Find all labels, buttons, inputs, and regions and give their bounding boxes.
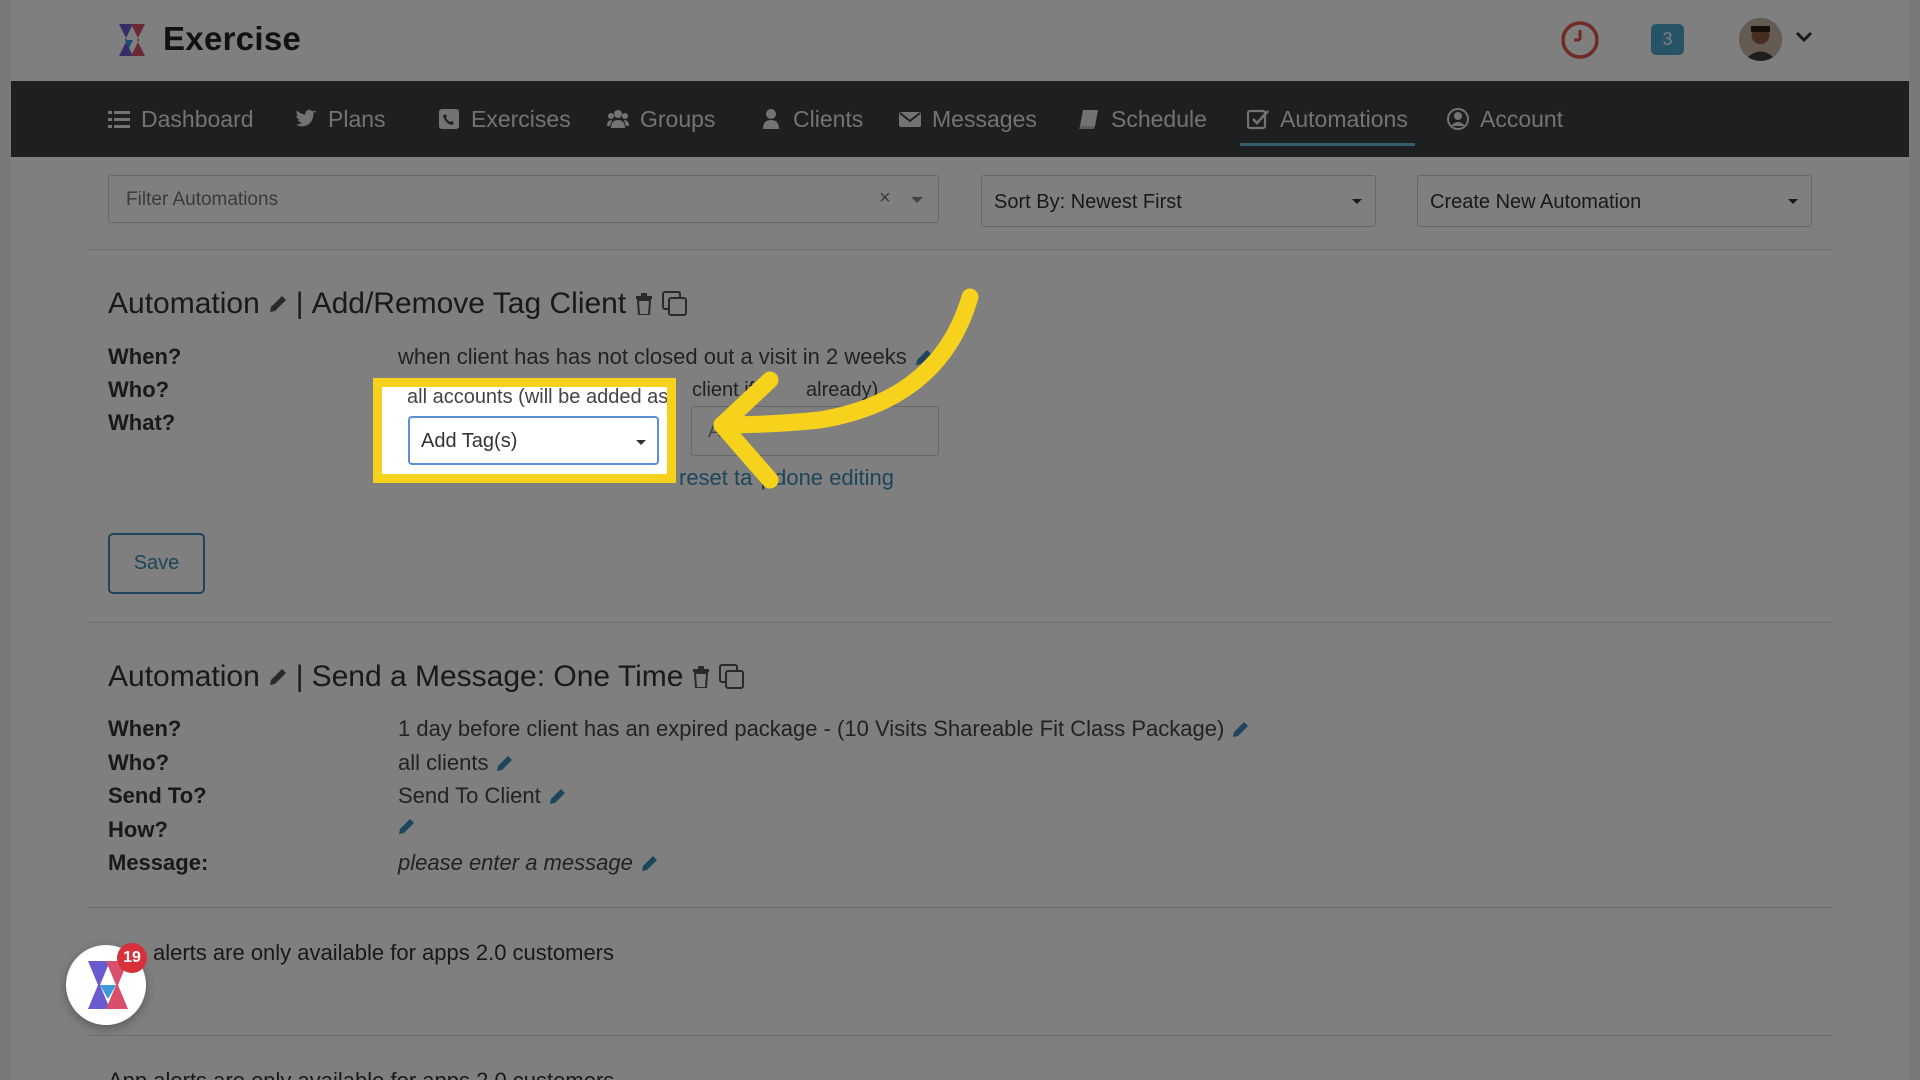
tag-action-label: Add Tag(s): [421, 430, 518, 452]
tag-action-caret-icon: [636, 440, 646, 445]
highlight-frame: all accounts (will be added as Add Tag(s…: [373, 378, 676, 483]
tag-action-select-highlighted[interactable]: Add Tag(s): [408, 416, 659, 465]
highlight-content: all accounts (will be added as Add Tag(s…: [382, 386, 669, 474]
pointer-arrow-icon: [713, 288, 979, 489]
who-text-left: all accounts (will be added as: [407, 386, 669, 408]
chat-unread-badge[interactable]: 19: [117, 943, 147, 973]
tutorial-overlay: [0, 0, 1920, 1080]
